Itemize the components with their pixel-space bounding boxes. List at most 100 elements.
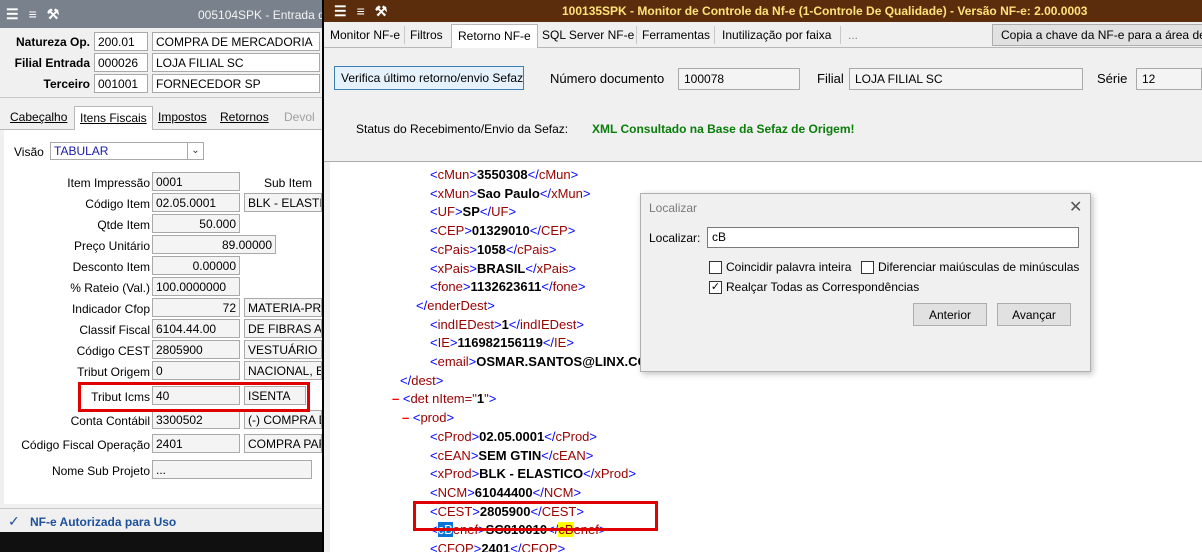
tab-sql-server-nfe[interactable]: SQL Server NF-e xyxy=(542,28,634,42)
codigo-item-desc[interactable]: BLK - ELASTIC xyxy=(244,193,322,212)
item-impressao-field[interactable]: 0001 xyxy=(152,172,240,191)
indicador-cfop-field[interactable]: 72 xyxy=(152,298,240,317)
left-bottom-strip xyxy=(0,532,322,552)
left-tab-strip: Cabeçalho Itens Fiscais Impostos Retorno… xyxy=(0,104,322,132)
visao-value: TABULAR xyxy=(54,144,109,158)
tribut-icms-highlight-box xyxy=(78,382,310,412)
visao-label: Visão xyxy=(14,145,44,159)
rateio-label: % Rateio (Val.) xyxy=(70,281,150,295)
match-case-option[interactable]: Diferenciar maiúsculas de minúsculas xyxy=(861,260,1079,274)
tab-separator xyxy=(714,26,715,44)
tribut-origem-label: Tribut Origem xyxy=(77,365,150,379)
find-previous-button[interactable]: Anterior xyxy=(913,303,987,326)
menu-icon[interactable]: ☰ xyxy=(6,6,19,23)
desconto-item-label: Desconto Item xyxy=(72,260,150,274)
rateio-field[interactable]: 100.0000000 xyxy=(152,277,240,296)
codigo-fiscal-op-desc[interactable]: COMPRA PAR xyxy=(244,434,322,453)
preco-unitario-field[interactable]: 89.00000 xyxy=(152,235,276,254)
tribut-origem-desc[interactable]: NACIONAL, E xyxy=(244,361,322,380)
tab-separator xyxy=(636,26,637,44)
indicador-cfop-label: Indicador Cfop xyxy=(71,302,150,316)
nome-sub-projeto-label: Nome Sub Projeto xyxy=(51,464,150,478)
verify-sefaz-button[interactable]: Verifica último retorno/envio Sefaz xyxy=(334,66,524,90)
natureza-code-field[interactable]: 200.01 xyxy=(94,32,148,51)
highlight-all-option[interactable]: ✓ Realçar Todas as Correspondências xyxy=(709,280,919,294)
left-status-bar: ✓ NF-e Autorizada para Uso xyxy=(0,508,322,532)
tab-itens-fiscais[interactable]: Itens Fiscais xyxy=(74,106,153,132)
right-window-title: 100135SPK - Monitor de Controle da Nf-e … xyxy=(562,4,1088,18)
codigo-cest-field[interactable]: 2805900 xyxy=(152,340,240,359)
natureza-desc-field[interactable]: COMPRA DE MERCADORIA xyxy=(152,32,320,51)
codigo-item-field[interactable]: 02.05.0001 xyxy=(152,193,240,212)
tab-more[interactable]: ... xyxy=(848,28,858,42)
cbenef-highlight-box xyxy=(413,501,658,531)
tab-cabecalho[interactable]: Cabeçalho xyxy=(10,110,67,124)
codigo-item-label: Código Item xyxy=(85,197,150,211)
tab-retorno-nfe[interactable]: Retorno NF-e xyxy=(451,24,538,50)
filial-label: Filial xyxy=(817,71,844,86)
conta-contabil-desc[interactable]: (-) COMPRA D xyxy=(244,410,322,429)
find-next-button[interactable]: Avançar xyxy=(997,303,1071,326)
match-whole-word-label: Coincidir palavra inteira xyxy=(726,260,852,274)
wrench-icon[interactable]: ⚒ xyxy=(47,6,60,23)
tab-ferramentas[interactable]: Ferramentas xyxy=(642,28,710,42)
xml-line-open-prod: – <prod> xyxy=(402,410,455,426)
natureza-label: Natureza Op. xyxy=(15,35,90,49)
sefaz-status-label: Status do Recebimento/Envio da Sefaz: xyxy=(356,122,569,136)
xml-line-open-det: – <det nItem="1"> xyxy=(392,391,497,407)
highlight-all-checkbox[interactable]: ✓ xyxy=(709,280,722,294)
xml-line-uf: <UF>SP</UF> xyxy=(430,204,517,220)
find-input[interactable]: cB xyxy=(707,227,1079,248)
filial-desc-field[interactable]: LOJA FILIAL SC xyxy=(152,53,320,72)
xml-line-ncm: <NCM>61044400</NCM> xyxy=(430,484,582,500)
tab-monitor-nfe[interactable]: Monitor NF-e xyxy=(330,28,400,42)
classif-fiscal-field[interactable]: 6104.44.00 xyxy=(152,319,240,338)
xml-line-cprod: <cProd>02.05.0001</cProd> xyxy=(430,428,598,444)
nome-sub-projeto-field[interactable]: ... xyxy=(152,460,312,479)
codigo-cest-desc[interactable]: VESTUÁRIO E xyxy=(244,340,322,359)
conta-contabil-field[interactable]: 3300502 xyxy=(152,410,240,429)
tab-impostos[interactable]: Impostos xyxy=(158,110,207,124)
itens-fiscais-panel: Visão TABULAR ⌄ Item Impressão 0001 Sub … xyxy=(4,130,322,504)
indicador-cfop-desc[interactable]: MATERIA-PRI xyxy=(244,298,322,317)
close-icon[interactable]: ✕ xyxy=(1069,197,1082,217)
copy-nfe-key-button[interactable]: Copia a chave da NF-e para a área de xyxy=(992,24,1202,46)
visao-select[interactable]: TABULAR ⌄ xyxy=(50,142,204,160)
find-label: Localizar: xyxy=(649,231,701,245)
terceiro-desc-field[interactable]: FORNECEDOR SP xyxy=(152,74,320,93)
codigo-fiscal-op-label: Código Fiscal Operação xyxy=(21,438,150,452)
tribut-origem-field[interactable]: 0 xyxy=(152,361,240,380)
tools-icon[interactable]: ≡ xyxy=(357,3,365,20)
tools-icon[interactable]: ≡ xyxy=(29,6,37,23)
filial-field[interactable]: LOJA FILIAL SC xyxy=(849,68,1083,90)
numero-documento-field[interactable]: 100078 xyxy=(678,68,800,90)
find-dialog: Localizar ✕ Localizar: cB Coincidir pala… xyxy=(640,193,1091,372)
match-case-checkbox[interactable] xyxy=(861,260,874,274)
left-window-title: 005104SPK - Entrada de N xyxy=(198,8,322,22)
right-title-bar: ☰ ≡ ⚒ 100135SPK - Monitor de Controle da… xyxy=(324,0,1202,22)
tab-inutilizacao[interactable]: Inutilização por faixa xyxy=(722,28,831,42)
filial-code-field[interactable]: 000026 xyxy=(94,53,148,72)
tab-separator xyxy=(404,26,405,44)
tab-devolucao[interactable]: Devol xyxy=(284,110,315,124)
match-case-label: Diferenciar maiúsculas de minúsculas xyxy=(878,260,1080,274)
nfe-entry-window: ☰ ≡ ⚒ 005104SPK - Entrada de N Natureza … xyxy=(0,0,322,552)
xml-line-cpais: <cPais>1058</cPais> xyxy=(430,241,557,257)
desconto-item-field[interactable]: 0.00000 xyxy=(152,256,240,275)
xml-line-cmun: <cMun>3550308</cMun> xyxy=(430,167,579,182)
tab-retornos[interactable]: Retornos xyxy=(220,110,269,124)
match-whole-word-checkbox[interactable] xyxy=(709,260,722,274)
codigo-fiscal-op-field[interactable]: 2401 xyxy=(152,434,240,453)
qtde-item-field[interactable]: 50.000 xyxy=(152,214,240,233)
terceiro-code-field[interactable]: 001001 xyxy=(94,74,148,93)
terceiro-label: Terceiro xyxy=(43,77,90,91)
dropdown-icon[interactable]: ⌄ xyxy=(187,143,203,159)
find-dialog-title: Localizar xyxy=(649,201,698,215)
wrench-icon[interactable]: ⚒ xyxy=(375,3,388,20)
tab-filtros[interactable]: Filtros xyxy=(410,28,443,42)
menu-icon[interactable]: ☰ xyxy=(334,3,347,20)
left-header-panel: Natureza Op. 200.01 COMPRA DE MERCADORIA… xyxy=(0,28,322,98)
match-whole-word-option[interactable]: Coincidir palavra inteira xyxy=(709,260,851,274)
classif-fiscal-desc[interactable]: DE FIBRAS AI xyxy=(244,319,322,338)
serie-field[interactable]: 12 xyxy=(1136,68,1202,90)
